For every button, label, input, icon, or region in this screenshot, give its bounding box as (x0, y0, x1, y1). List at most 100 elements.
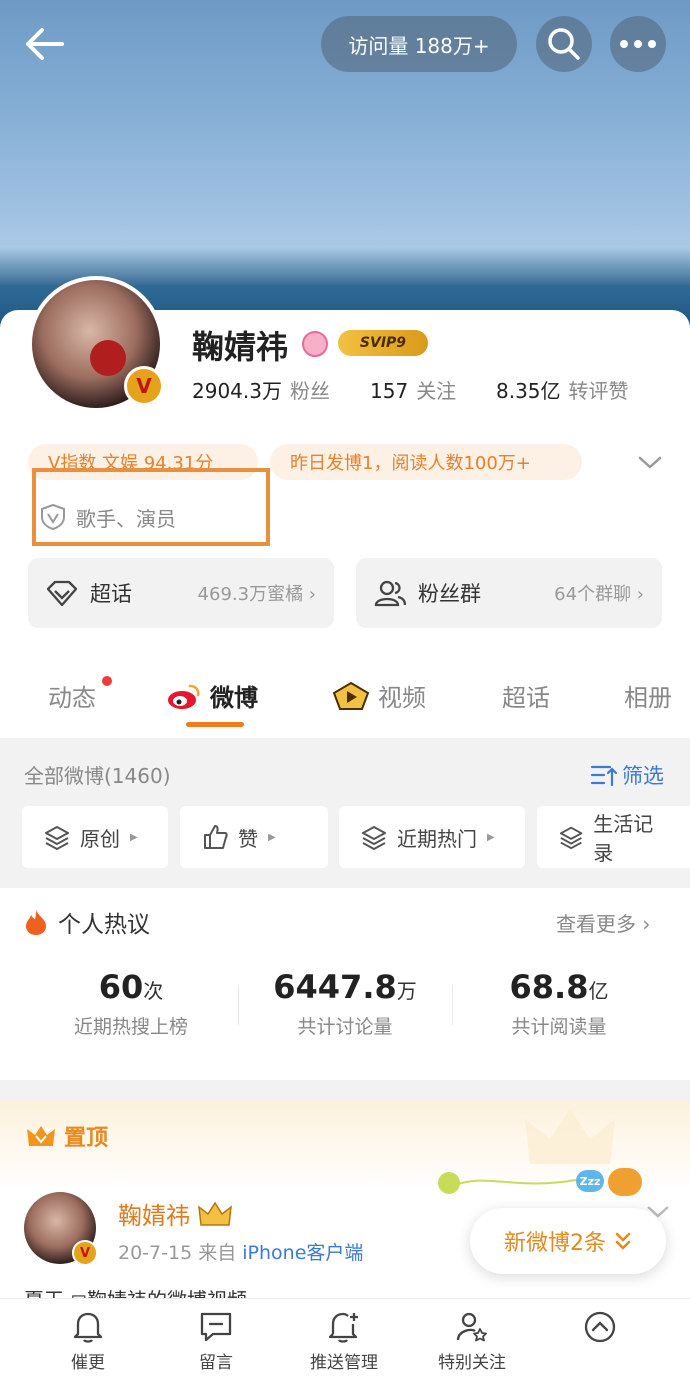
tab-label: 微博 (210, 684, 258, 712)
bottom-label: 特别关注 (438, 1353, 506, 1373)
caret-right-icon: ▶ (130, 831, 138, 843)
see-more-text: 查看更多 (556, 912, 636, 936)
chip-original[interactable]: 原创 ▶ (22, 806, 168, 868)
chip-recent-hot[interactable]: 近期热门 ▶ (339, 806, 525, 868)
more-button[interactable] (610, 16, 666, 72)
stat-label: 粉丝 (289, 379, 330, 403)
metric-desc: 共计讨论量 (297, 1016, 393, 1038)
stat-label: 转评赞 (568, 379, 629, 403)
vip-crown-icon (198, 1201, 232, 1226)
yarn-string-icon (458, 1179, 577, 1185)
post-source[interactable]: iPhone客户端 (242, 1242, 363, 1264)
back-button[interactable] (22, 24, 66, 64)
metric-reads[interactable]: 68.8亿 共计阅读量 (452, 968, 666, 1039)
video-play-icon (332, 681, 370, 710)
bottom-label: 催更 (71, 1353, 105, 1373)
filter-button[interactable]: 筛选 (590, 760, 664, 790)
profile-tabs: 动态 微博 视频 超话 相册 (0, 660, 690, 738)
search-icon (548, 28, 580, 60)
tab-dynamics[interactable]: 动态 (48, 678, 96, 713)
metric-unit: 次 (143, 979, 164, 1003)
svip-badge[interactable]: SVIP9 (338, 330, 428, 356)
filter-label: 筛选 (622, 764, 664, 788)
see-more-link[interactable]: 查看更多 › (556, 908, 650, 937)
push-settings-button[interactable]: 推送管理 (284, 1310, 404, 1373)
tab-video[interactable]: 视频 (332, 678, 426, 713)
leave-message-button[interactable]: 留言 (156, 1310, 276, 1373)
chip-like[interactable]: 赞 ▶ (180, 806, 328, 868)
post-date: 20-7-15 (118, 1242, 193, 1264)
visits-pill[interactable]: 访问量 188万+ (321, 16, 517, 72)
star-user-icon (456, 1312, 487, 1342)
rose-image (90, 340, 126, 376)
bottom-label: 留言 (199, 1353, 233, 1373)
pinned-label-text: 置顶 (64, 1126, 109, 1151)
chip-label: 赞 (238, 826, 258, 851)
chip-life-record[interactable]: 生活记录 (537, 806, 690, 868)
hot-discussion-title: 个人热议 (24, 905, 150, 939)
fan-group-tile[interactable]: 粉丝群 64个群聊 › (356, 558, 662, 628)
metric-desc: 共计阅读量 (511, 1016, 607, 1038)
post-author-name: 鞠婧祎 (118, 1202, 190, 1230)
back-arrow-icon (26, 28, 64, 60)
group-icon (374, 580, 406, 607)
tile-subtitle: 469.3万蜜橘 › (197, 584, 316, 605)
filter-icon (590, 765, 618, 787)
post-from: 来自 (198, 1242, 237, 1264)
verified-badge: V (124, 366, 164, 406)
member-badge-icon[interactable] (302, 331, 328, 357)
tab-weibo[interactable]: 微博 (166, 678, 258, 713)
new-weibo-button[interactable]: 新微博2条 (470, 1208, 666, 1274)
special-follow-button[interactable]: 特别关注 (412, 1310, 532, 1373)
weibo-logo-icon (168, 684, 200, 709)
tab-label: 相册 (624, 684, 672, 712)
crown-icon (27, 1126, 55, 1146)
expand-button[interactable] (636, 450, 664, 474)
fire-icon (26, 910, 46, 935)
tab-label: 动态 (48, 684, 96, 712)
profile-name: 鞠婧祎 (192, 328, 289, 366)
tab-album[interactable]: 相册 (624, 678, 672, 713)
metric-unit: 亿 (588, 979, 609, 1003)
stat-value: 2904.3万 (192, 379, 282, 403)
layers-icon (559, 826, 583, 850)
hot-title-text: 个人热议 (58, 912, 150, 938)
notification-dot (102, 676, 112, 686)
metric-number: 68.8 (509, 968, 589, 1006)
section-divider (0, 1080, 690, 1100)
stat-fans[interactable]: 2904.3万 粉丝 (192, 375, 330, 404)
stat-following[interactable]: 157 关注 (370, 375, 456, 404)
active-tab-indicator (186, 722, 244, 727)
post-verified-badge: V (72, 1240, 98, 1266)
thumbs-up-icon (204, 825, 228, 849)
metric-unit: 万 (396, 979, 417, 1003)
chip-label: 生活记录 (593, 812, 654, 865)
yesterday-post-tag[interactable]: 昨日发博1，阅读人数100万+ (270, 444, 582, 480)
highlight-box (32, 468, 270, 546)
post-author[interactable]: 鞠婧祎 (118, 1196, 232, 1231)
bell-icon (73, 1312, 103, 1343)
scroll-to-top-button[interactable] (540, 1310, 660, 1348)
urge-update-button[interactable]: 催更 (28, 1310, 148, 1373)
layers-icon (45, 826, 69, 850)
tab-super-topic[interactable]: 超话 (502, 678, 550, 713)
caret-right-icon: ▶ (487, 831, 495, 843)
more-dots-icon (620, 40, 656, 48)
search-button[interactable] (536, 16, 592, 72)
all-weibo-count: 全部微博(1460) (24, 764, 171, 788)
tab-label: 视频 (378, 684, 426, 712)
metric-discussion[interactable]: 6447.8万 共计讨论量 (238, 968, 452, 1039)
metric-hot-search[interactable]: 60次 近期热搜上榜 (24, 968, 238, 1039)
yarn-ball-icon (438, 1172, 460, 1194)
crown-watermark-icon (525, 1109, 615, 1164)
metric-number: 6447.8 (273, 968, 397, 1006)
tile-title: 粉丝群 (418, 582, 481, 606)
caret-right-icon: ▶ (268, 831, 276, 843)
message-icon (200, 1312, 232, 1342)
stat-value: 8.35亿 (496, 379, 561, 403)
super-topic-tile[interactable]: 超话 469.3万蜜橘 › (28, 558, 334, 628)
metric-number: 60 (98, 968, 144, 1006)
stat-interactions[interactable]: 8.35亿 转评赞 (496, 375, 629, 404)
stat-label: 关注 (416, 379, 457, 403)
tile-subtitle: 64个群聊 › (554, 584, 644, 605)
